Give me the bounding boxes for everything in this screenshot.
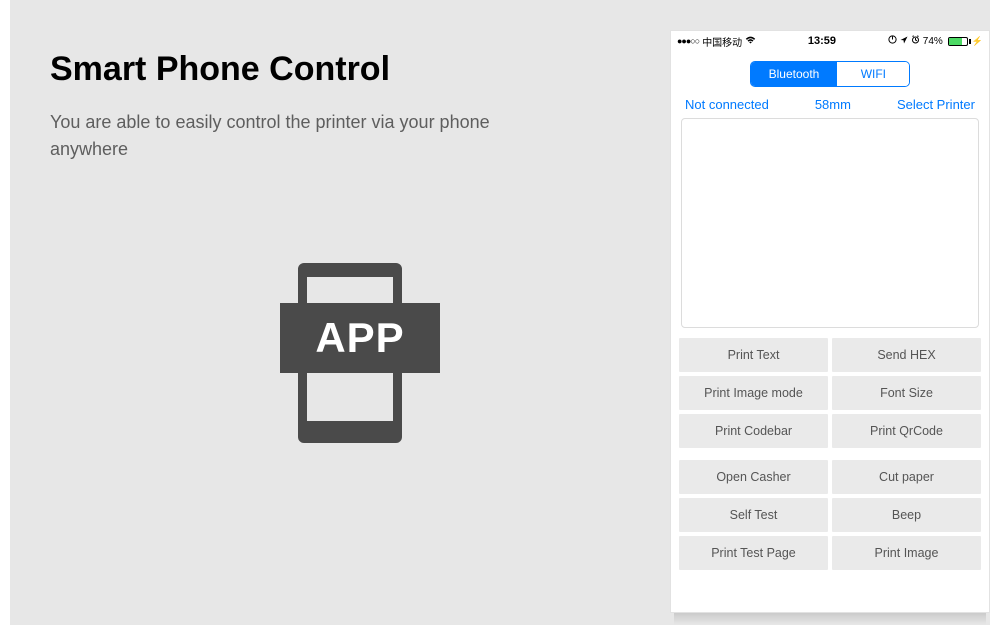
button-group-1: Print Text Send HEX Print Image mode Fon… — [679, 338, 981, 448]
page-subtitle: You are able to easily control the print… — [50, 109, 510, 163]
self-test-button[interactable]: Self Test — [679, 498, 828, 532]
print-text-button[interactable]: Print Text — [679, 338, 828, 372]
font-size-button[interactable]: Font Size — [832, 376, 981, 410]
tab-wifi[interactable]: WIFI — [837, 62, 909, 86]
status-bar: ●●●○○ 中国移动 13:59 — [671, 31, 989, 49]
cut-paper-button[interactable]: Cut paper — [832, 460, 981, 494]
carrier-label: 中国移动 — [702, 34, 742, 49]
paper-width[interactable]: 58mm — [815, 97, 851, 112]
battery-label: 74% — [923, 36, 943, 47]
location-icon — [900, 36, 908, 47]
clock: 13:59 — [808, 35, 836, 47]
signal-icon: ●●●○○ — [677, 36, 699, 46]
beep-button[interactable]: Beep — [832, 498, 981, 532]
marketing-panel: Smart Phone Control You are able to easi… — [10, 0, 990, 625]
print-qrcode-button[interactable]: Print QrCode — [832, 414, 981, 448]
connection-status[interactable]: Not connected — [685, 97, 769, 112]
send-hex-button[interactable]: Send HEX — [832, 338, 981, 372]
wifi-icon — [745, 35, 756, 47]
app-label: APP — [280, 303, 440, 373]
print-test-page-button[interactable]: Print Test Page — [679, 536, 828, 570]
alarm-icon — [911, 35, 920, 47]
app-graphic: APP — [50, 263, 650, 443]
print-image-mode-button[interactable]: Print Image mode — [679, 376, 828, 410]
connection-segmented: Bluetooth WIFI — [750, 61, 911, 87]
tab-bluetooth[interactable]: Bluetooth — [751, 62, 838, 86]
text-input-area[interactable] — [681, 118, 979, 328]
print-codebar-button[interactable]: Print Codebar — [679, 414, 828, 448]
phone-mockup: ●●●○○ 中国移动 13:59 — [670, 30, 990, 625]
phone-shadow — [674, 613, 986, 625]
orientation-lock-icon — [888, 35, 897, 47]
page-title: Smart Phone Control — [50, 50, 650, 89]
button-group-2: Open Casher Cut paper Self Test Beep Pri… — [679, 460, 981, 570]
select-printer-link[interactable]: Select Printer — [897, 97, 975, 112]
battery-icon: ⚡ — [946, 36, 983, 47]
open-casher-button[interactable]: Open Casher — [679, 460, 828, 494]
print-image-button[interactable]: Print Image — [832, 536, 981, 570]
